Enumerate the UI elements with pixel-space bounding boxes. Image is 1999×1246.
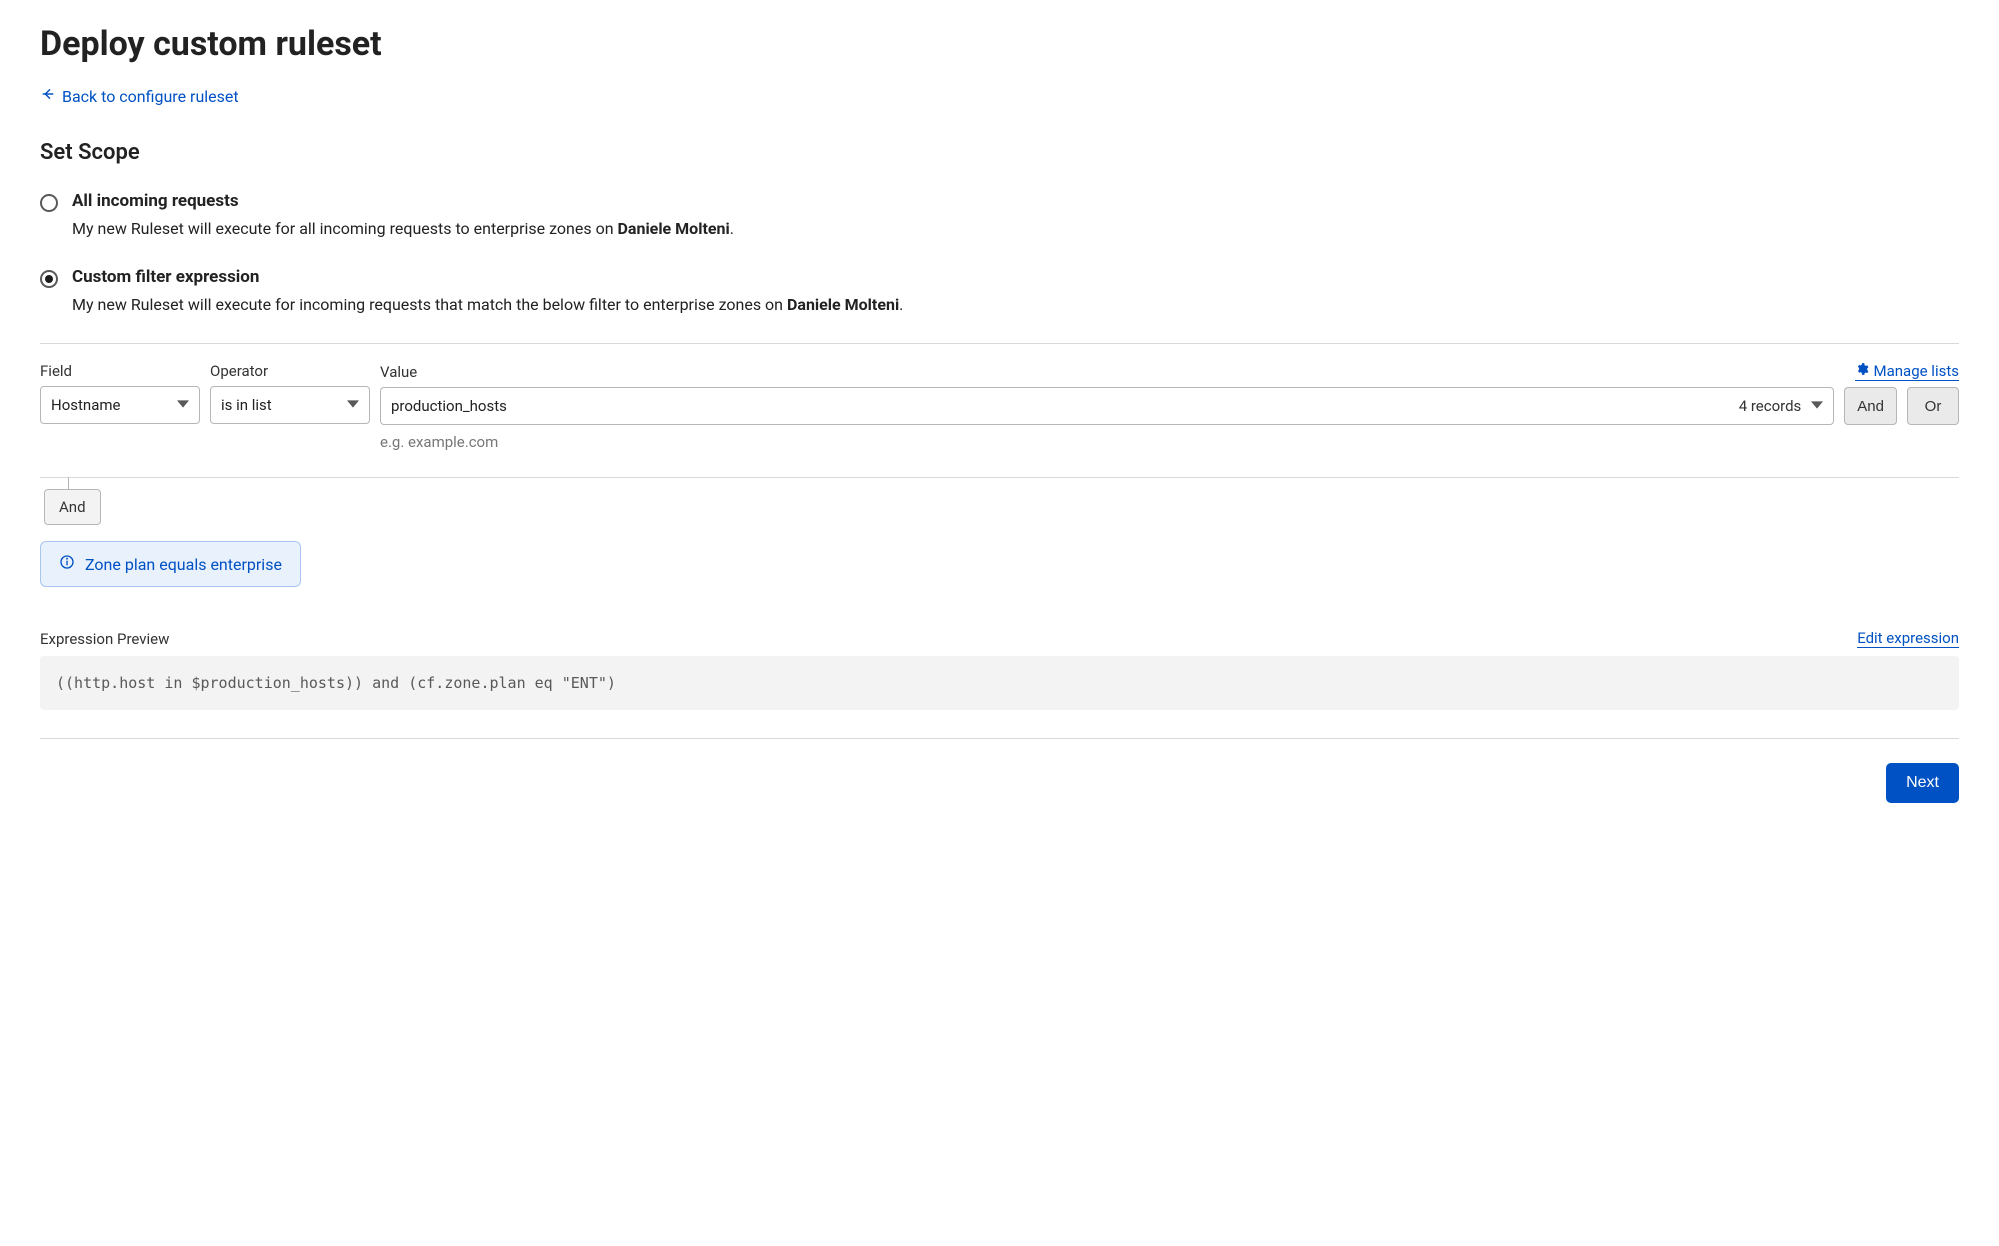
scope-option-desc: My new Ruleset will execute for all inco… bbox=[72, 217, 1959, 241]
scope-option-all[interactable]: All incoming requests My new Ruleset wil… bbox=[40, 191, 1959, 241]
divider bbox=[40, 477, 1959, 478]
scope-option-label: All incoming requests bbox=[72, 191, 1959, 211]
field-header: Field bbox=[40, 362, 200, 380]
radio-icon bbox=[40, 194, 58, 212]
info-icon bbox=[59, 554, 75, 574]
filter-builder-row: Field Hostname Operator is in list Value… bbox=[40, 362, 1959, 425]
edit-expression-link[interactable]: Edit expression bbox=[1857, 629, 1959, 648]
or-button[interactable]: Or bbox=[1907, 387, 1959, 425]
divider bbox=[40, 343, 1959, 344]
and-connector-label: And bbox=[44, 489, 101, 525]
operator-header: Operator bbox=[210, 362, 370, 380]
value-select-value: production_hosts bbox=[391, 397, 507, 415]
back-link[interactable]: Back to configure ruleset bbox=[40, 86, 239, 106]
arrow-left-icon bbox=[40, 86, 56, 106]
page-title: Deploy custom ruleset bbox=[40, 24, 1959, 64]
chevron-down-icon bbox=[177, 396, 189, 414]
operator-select-value: is in list bbox=[221, 396, 272, 414]
expression-preview: ((http.host in $production_hosts)) and (… bbox=[40, 656, 1959, 710]
fixed-condition-badge: Zone plan equals enterprise bbox=[40, 541, 301, 587]
records-count: 4 records bbox=[1739, 397, 1802, 415]
scope-option-desc: My new Ruleset will execute for incoming… bbox=[72, 293, 1959, 317]
value-header: Value bbox=[380, 363, 417, 381]
scope-option-label: Custom filter expression bbox=[72, 267, 1959, 287]
chevron-down-icon bbox=[347, 396, 359, 414]
scope-option-custom[interactable]: Custom filter expression My new Ruleset … bbox=[40, 267, 1959, 317]
manage-lists-link[interactable]: Manage lists bbox=[1855, 362, 1959, 381]
next-button[interactable]: Next bbox=[1886, 763, 1959, 803]
expression-preview-label: Expression Preview bbox=[40, 630, 169, 648]
and-button[interactable]: And bbox=[1844, 387, 1897, 425]
chevron-down-icon bbox=[1811, 397, 1823, 415]
value-select[interactable]: production_hosts 4 records bbox=[380, 387, 1834, 425]
gear-icon bbox=[1855, 362, 1869, 380]
section-title: Set Scope bbox=[40, 140, 1959, 165]
value-hint: e.g. example.com bbox=[380, 433, 1959, 451]
manage-lists-label: Manage lists bbox=[1874, 362, 1959, 380]
radio-icon bbox=[40, 270, 58, 288]
back-link-label: Back to configure ruleset bbox=[62, 87, 239, 106]
divider bbox=[40, 738, 1959, 739]
and-connector: And bbox=[44, 477, 101, 525]
operator-select[interactable]: is in list bbox=[210, 386, 370, 424]
fixed-condition-text: Zone plan equals enterprise bbox=[85, 555, 282, 574]
scope-radio-group: All incoming requests My new Ruleset wil… bbox=[40, 191, 1959, 317]
field-select-value: Hostname bbox=[51, 396, 120, 414]
field-select[interactable]: Hostname bbox=[40, 386, 200, 424]
